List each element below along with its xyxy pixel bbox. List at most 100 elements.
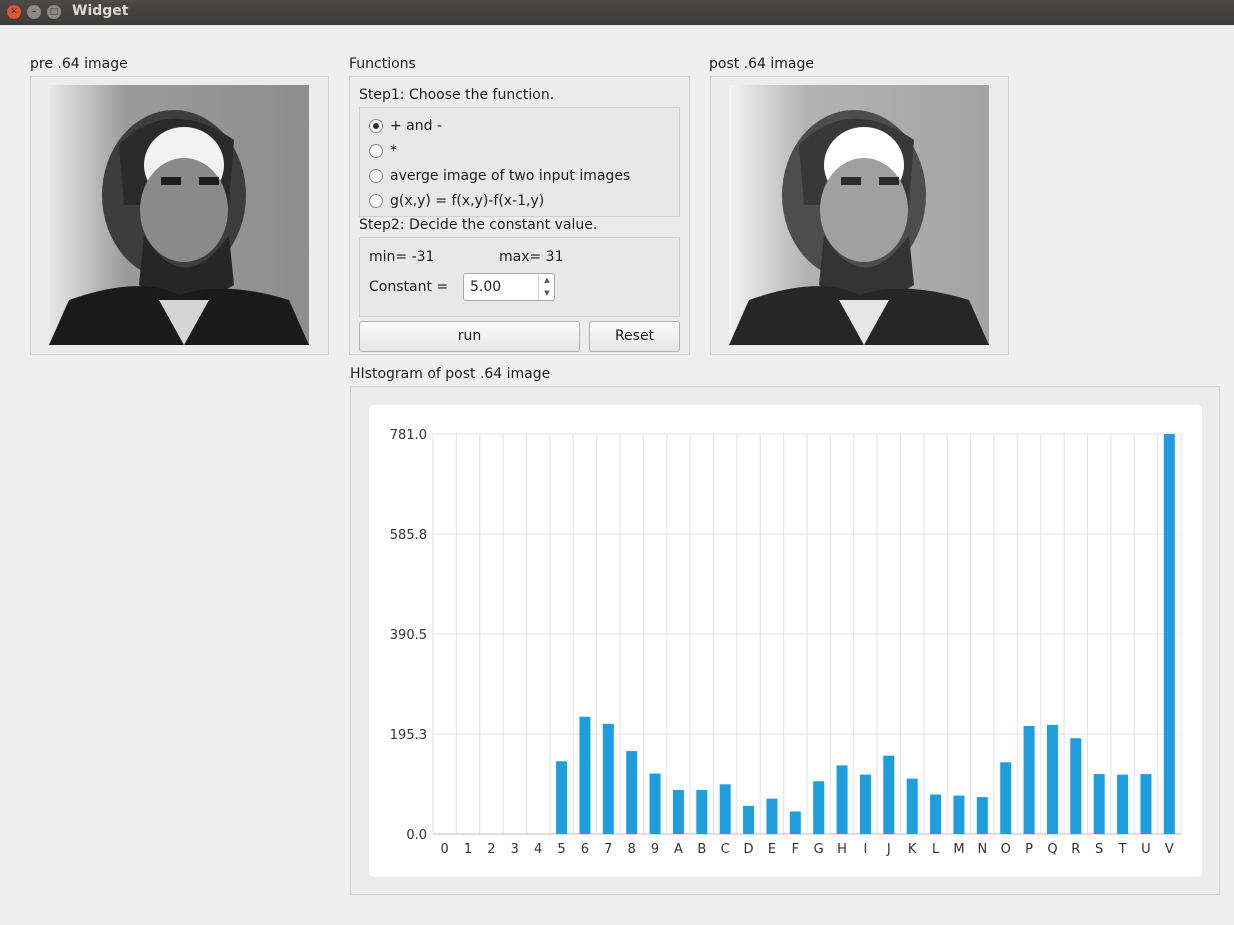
x-tick-label: P — [1025, 842, 1033, 857]
close-icon[interactable]: ✕ — [7, 5, 21, 19]
x-tick-label: 3 — [511, 842, 519, 857]
portrait-image — [729, 85, 989, 345]
radio-label: averge image of two input images — [390, 168, 631, 184]
run-button[interactable]: run — [359, 321, 580, 352]
pre-image — [49, 85, 309, 345]
x-tick-label: R — [1071, 842, 1080, 857]
spin-up-icon[interactable]: ▲ — [539, 274, 555, 287]
radio-indicator[interactable] — [369, 144, 383, 158]
x-tick-label: K — [908, 842, 917, 857]
x-tick-label: 1 — [464, 842, 472, 857]
x-tick-label: N — [977, 842, 987, 857]
x-tick-label: C — [721, 842, 730, 857]
histogram-bar — [883, 755, 895, 834]
radio-label: * — [390, 143, 397, 159]
histogram-bar — [672, 789, 684, 834]
radio-average[interactable]: averge image of two input images — [369, 166, 630, 186]
portrait-image — [49, 85, 309, 345]
histogram-bar — [743, 805, 755, 834]
x-tick-label: V — [1165, 842, 1174, 857]
title-bar: ✕ – □ Widget — [0, 0, 1234, 25]
x-tick-label: F — [792, 842, 799, 857]
radio-label: + and - — [390, 118, 443, 134]
histogram-bar — [1093, 774, 1105, 834]
x-tick-label: 5 — [557, 842, 565, 857]
x-tick-label: 8 — [628, 842, 636, 857]
spin-arrows: ▲ ▼ — [538, 274, 554, 300]
radio-indicator[interactable] — [369, 169, 383, 183]
x-tick-label: E — [768, 842, 776, 857]
histogram-bar — [1046, 724, 1058, 834]
radio-indicator[interactable] — [369, 119, 383, 133]
radio-gradient[interactable]: g(x,y) = f(x,y)-f(x-1,y) — [369, 191, 544, 211]
x-tick-label: U — [1141, 842, 1151, 857]
x-tick-label: O — [1001, 842, 1011, 857]
constant-group: min= -31 max= 31 Constant = 5.00 ▲ ▼ — [359, 237, 680, 317]
histogram-bar — [859, 774, 871, 834]
x-tick-label: D — [744, 842, 754, 857]
step1-label: Step1: Choose the function. — [359, 87, 555, 103]
histogram-bar — [1070, 738, 1082, 834]
post-image — [729, 85, 989, 345]
radio-multiply[interactable]: * — [369, 141, 397, 161]
radio-add-subtract[interactable]: + and - — [369, 116, 442, 136]
histogram-bar — [1140, 774, 1152, 834]
step2-label: Step2: Decide the constant value. — [359, 217, 598, 233]
x-tick-label: Q — [1047, 842, 1057, 857]
histogram-bar — [953, 795, 965, 834]
x-tick-label: S — [1095, 842, 1103, 857]
minimize-icon[interactable]: – — [27, 5, 41, 19]
x-tick-label: 6 — [581, 842, 589, 857]
constant-spinbox[interactable]: 5.00 ▲ ▼ — [463, 273, 555, 301]
x-tick-label: A — [674, 842, 683, 857]
histogram-bar — [556, 761, 568, 834]
y-tick-label: 0.0 — [406, 828, 427, 843]
histogram-bar — [602, 723, 614, 834]
x-tick-label: I — [864, 842, 868, 857]
constant-label: Constant = — [369, 279, 449, 295]
post-image-frame — [710, 76, 1009, 355]
histogram-svg: 0.0 195.3 390.5 585.8 781.0 012 345 67 89ABCDE F… — [390, 428, 1182, 857]
maximize-icon[interactable]: □ — [47, 5, 61, 19]
histogram-bar — [719, 784, 731, 834]
spin-down-icon[interactable]: ▼ — [539, 287, 555, 300]
histogram-bar — [1000, 762, 1012, 834]
x-tick-label: H — [837, 842, 847, 857]
histogram-bar — [789, 811, 801, 834]
histogram-bar — [1117, 774, 1129, 834]
function-options-group: + and - * averge image of two input imag… — [359, 107, 680, 217]
pre-image-label: pre .64 image — [30, 56, 128, 72]
constant-value[interactable]: 5.00 — [470, 279, 501, 295]
functions-label: Functions — [349, 56, 416, 72]
histogram-bar — [696, 789, 708, 834]
y-tick-label: 585.8 — [390, 528, 427, 543]
histogram-bar — [930, 794, 942, 834]
min-label: min= -31 — [369, 249, 435, 265]
x-tick-label: B — [697, 842, 706, 857]
y-tick-label: 195.3 — [390, 728, 427, 743]
x-tick-label: J — [886, 842, 891, 857]
histogram-bar — [1163, 434, 1175, 834]
histogram-bar — [813, 781, 825, 834]
histogram-bar — [976, 797, 988, 834]
histogram-bar — [579, 716, 591, 834]
histogram-bar — [836, 765, 848, 834]
x-tick-label: T — [1118, 842, 1127, 857]
pre-image-frame — [30, 76, 329, 355]
histogram-label: HIstogram of post .64 image — [350, 366, 551, 382]
histogram-bar — [906, 778, 918, 834]
histogram-bar — [649, 773, 661, 834]
x-tick-label: 7 — [604, 842, 612, 857]
max-label: max= 31 — [499, 249, 564, 265]
x-tick-label: 9 — [651, 842, 659, 857]
radio-indicator[interactable] — [369, 194, 383, 208]
x-tick-label: M — [953, 842, 964, 857]
histogram-chart: 0.0 195.3 390.5 585.8 781.0 012 345 67 89ABCDE F… — [369, 405, 1202, 877]
y-tick-label: 390.5 — [390, 628, 427, 643]
post-image-label: post .64 image — [709, 56, 815, 72]
reset-button[interactable]: Reset — [589, 321, 680, 352]
functions-panel: Step1: Choose the function. + and - * av… — [349, 76, 690, 355]
histogram-bar — [1023, 725, 1035, 834]
histogram-bar — [626, 751, 638, 834]
x-tick-label: 2 — [487, 842, 495, 857]
